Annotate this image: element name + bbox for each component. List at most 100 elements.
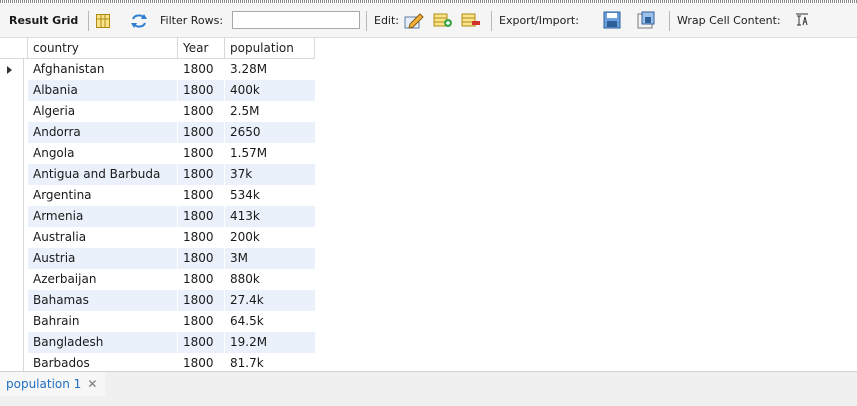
result-toolbar: Result Grid Filter Rows: Edit: Export/Im… [0, 3, 857, 38]
cell-population[interactable]: 19.2M [225, 332, 315, 353]
cell-country[interactable]: Azerbaijan [28, 269, 177, 290]
cell-population[interactable]: 2650 [225, 122, 315, 143]
table-row[interactable]: Angola 1800 1.57M [0, 143, 315, 164]
table-row[interactable]: Bahamas 1800 27.4k [0, 290, 315, 311]
cell-year[interactable]: 1800 [178, 353, 224, 371]
cell-country[interactable]: Antigua and Barbuda [28, 164, 177, 185]
cell-country[interactable]: Albania [28, 80, 177, 101]
row-marker[interactable] [0, 290, 24, 311]
column-header-population[interactable]: population [225, 38, 315, 59]
cell-year[interactable]: 1800 [178, 101, 224, 122]
row-marker[interactable] [0, 353, 24, 371]
cell-population[interactable]: 1.57M [225, 143, 315, 164]
cell-country[interactable]: Algeria [28, 101, 177, 122]
grid-view-icon[interactable] [96, 14, 110, 28]
export-import-label: Export/Import: [499, 13, 579, 27]
row-marker[interactable] [0, 80, 24, 101]
column-header-year[interactable]: Year [178, 38, 225, 59]
cell-country[interactable]: Afghanistan [28, 59, 177, 80]
result-grid-tab[interactable]: Result Grid [9, 3, 78, 37]
cell-year[interactable]: 1800 [178, 59, 224, 80]
row-marker[interactable] [0, 59, 24, 80]
table-row[interactable]: Bahrain 1800 64.5k [0, 311, 315, 332]
cell-population[interactable]: 27.4k [225, 290, 315, 311]
cell-year[interactable]: 1800 [178, 80, 224, 101]
cell-year[interactable]: 1800 [178, 290, 224, 311]
cell-country[interactable]: Andorra [28, 122, 177, 143]
cell-year[interactable]: 1800 [178, 269, 224, 290]
cell-population[interactable]: 880k [225, 269, 315, 290]
cell-year[interactable]: 1800 [178, 185, 224, 206]
table-row[interactable]: Andorra 1800 2650 [0, 122, 315, 143]
row-marker[interactable] [0, 332, 24, 353]
column-header-country[interactable]: country [28, 38, 178, 59]
cell-population[interactable]: 64.5k [225, 311, 315, 332]
row-marker[interactable] [0, 269, 24, 290]
cell-population[interactable]: 3.28M [225, 59, 315, 80]
cell-year[interactable]: 1800 [178, 206, 224, 227]
result-grid[interactable]: country Year population Afghanistan 1800 3… [0, 38, 857, 371]
row-marker[interactable] [0, 206, 24, 227]
edit-current-row-icon[interactable] [404, 11, 424, 29]
current-row-arrow-icon [7, 66, 12, 74]
row-marker[interactable] [0, 248, 24, 269]
result-grid-label: Result Grid [9, 13, 79, 27]
toolbar-separator [491, 11, 492, 31]
tab-population-1[interactable]: population 1 ✕ [0, 372, 106, 396]
wrap-cell-content-icon[interactable] [795, 13, 809, 27]
cell-year[interactable]: 1800 [178, 143, 224, 164]
cell-population[interactable]: 3M [225, 248, 315, 269]
row-header-corner [0, 38, 28, 59]
table-row[interactable]: Albania 1800 400k [0, 80, 315, 101]
row-marker[interactable] [0, 143, 24, 164]
row-marker[interactable] [0, 164, 24, 185]
cell-year[interactable]: 1800 [178, 164, 224, 185]
table-row[interactable]: Austria 1800 3M [0, 248, 315, 269]
cell-year[interactable]: 1800 [178, 332, 224, 353]
table-row[interactable]: Australia 1800 200k [0, 227, 315, 248]
cell-population[interactable]: 534k [225, 185, 315, 206]
cell-year[interactable]: 1800 [178, 248, 224, 269]
cell-year[interactable]: 1800 [178, 227, 224, 248]
cell-population[interactable]: 2.5M [225, 101, 315, 122]
close-icon[interactable]: ✕ [87, 377, 97, 391]
cell-country[interactable]: Bangladesh [28, 332, 177, 353]
cell-country[interactable]: Austria [28, 248, 177, 269]
cell-year[interactable]: 1800 [178, 122, 224, 143]
toolbar-separator [366, 11, 367, 31]
row-marker[interactable] [0, 101, 24, 122]
table-row[interactable]: Azerbaijan 1800 880k [0, 269, 315, 290]
cell-population[interactable]: 400k [225, 80, 315, 101]
filter-rows-input[interactable] [232, 11, 360, 29]
cell-country[interactable]: Barbados [28, 353, 177, 371]
table-row[interactable]: Barbados 1800 81.7k [0, 353, 315, 371]
table-row[interactable]: Antigua and Barbuda 1800 37k [0, 164, 315, 185]
cell-year[interactable]: 1800 [178, 311, 224, 332]
row-marker[interactable] [0, 311, 24, 332]
insert-row-icon[interactable] [433, 12, 453, 28]
toolbar-separator [669, 11, 670, 31]
table-row[interactable]: Bangladesh 1800 19.2M [0, 332, 315, 353]
cell-country[interactable]: Australia [28, 227, 177, 248]
cell-population[interactable]: 200k [225, 227, 315, 248]
delete-row-icon[interactable] [461, 12, 481, 28]
table-row[interactable]: Afghanistan 1800 3.28M [0, 59, 315, 80]
cell-country[interactable]: Argentina [28, 185, 177, 206]
cell-country[interactable]: Bahrain [28, 311, 177, 332]
cell-population[interactable]: 413k [225, 206, 315, 227]
row-marker[interactable] [0, 122, 24, 143]
import-icon[interactable] [637, 11, 655, 29]
row-marker[interactable] [0, 185, 24, 206]
cell-population[interactable]: 37k [225, 164, 315, 185]
table-row[interactable]: Argentina 1800 534k [0, 185, 315, 206]
refresh-arrows-icon[interactable] [130, 13, 148, 29]
cell-country[interactable]: Bahamas [28, 290, 177, 311]
cell-country[interactable]: Armenia [28, 206, 177, 227]
export-icon[interactable] [603, 11, 621, 29]
row-marker[interactable] [0, 227, 24, 248]
table-row[interactable]: Armenia 1800 413k [0, 206, 315, 227]
cell-population[interactable]: 81.7k [225, 353, 315, 371]
cell-country[interactable]: Angola [28, 143, 177, 164]
table-row[interactable]: Algeria 1800 2.5M [0, 101, 315, 122]
edit-label: Edit: [374, 13, 400, 27]
